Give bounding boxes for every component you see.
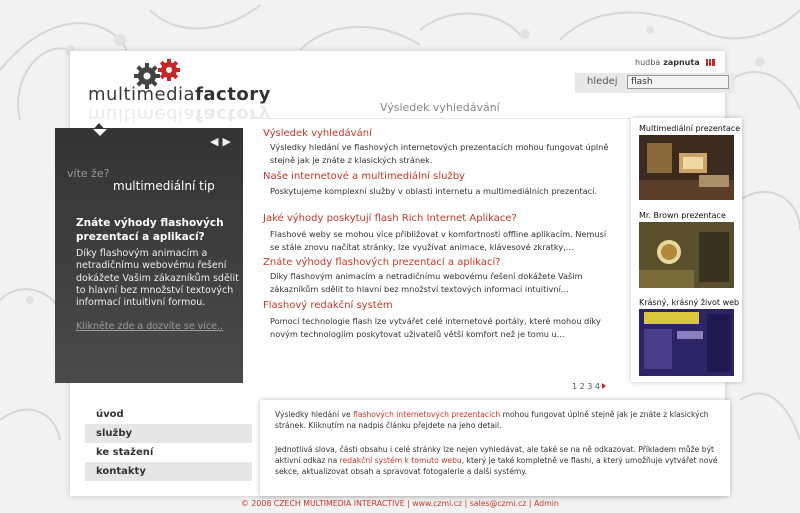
result-title[interactable]: Výsledek vyhledávání bbox=[263, 128, 372, 139]
reference-label[interactable]: Mr. Brown prezentace bbox=[639, 211, 726, 220]
page-title: Výsledek vyhledávání bbox=[380, 101, 500, 114]
tip-title: multimediální tip bbox=[113, 179, 215, 193]
search-input[interactable] bbox=[627, 75, 729, 89]
reference-label[interactable]: Krásný, krásný život web bbox=[639, 298, 739, 307]
nav-item-ke-stazeni[interactable]: ke stažení bbox=[85, 443, 252, 462]
prev-arrow-icon[interactable]: ◀ bbox=[210, 135, 222, 148]
nav-item-kontakty[interactable]: kontakty bbox=[85, 462, 252, 481]
brand-name[interactable]: multimediafactory bbox=[88, 84, 271, 105]
music-toggle[interactable]: hudba zapnuta bbox=[635, 58, 715, 67]
reference-label[interactable]: Multimediální prezentace bbox=[639, 124, 740, 133]
info-link[interactable]: flashových internetových prezentacích bbox=[353, 410, 500, 419]
brand-reflection: multimediafactory bbox=[88, 104, 271, 125]
footer[interactable]: © 2008 CZECH MULTIMEDIA INTERACTIVE | ww… bbox=[0, 499, 800, 508]
result-title[interactable]: Znáte výhody flashových prezentací a apl… bbox=[263, 257, 501, 268]
info-box: Výsledky hledání ve flashových interneto… bbox=[260, 400, 730, 496]
result-text: Pomocí technologie flash lze vytvářet ce… bbox=[270, 316, 601, 339]
tip-prefix: víte že? bbox=[67, 167, 110, 180]
reference-thumbnail[interactable] bbox=[639, 222, 734, 288]
tip-notch-inner bbox=[93, 129, 107, 136]
result-text: Díky flashovým animacím a netradičnímu w… bbox=[270, 271, 583, 294]
info-paragraph: Výsledky hledání ve flashových interneto… bbox=[275, 410, 709, 430]
info-link[interactable]: redakční systém k tomuto webu bbox=[340, 456, 462, 465]
nav-item-uvod[interactable]: úvod bbox=[85, 405, 252, 424]
result-text: Flashové weby se mohou více přibližovat … bbox=[270, 229, 607, 252]
result-text: Výsledky hledání ve flashových interneto… bbox=[270, 142, 609, 165]
nav-item-sluzby[interactable]: služby bbox=[85, 424, 252, 443]
tip-heading: Znáte výhody flashových prezentací a apl… bbox=[76, 217, 224, 243]
result-title[interactable]: Jaké výhody poskytují flash Rich Interne… bbox=[263, 213, 517, 224]
result-title[interactable]: Naše internetové a multimediální služby bbox=[263, 171, 465, 182]
next-arrow-icon[interactable]: ▶ bbox=[222, 135, 234, 148]
pagination[interactable]: 1 2 3 4 bbox=[572, 382, 606, 391]
result-text: Poskytujeme komplexní služby v oblasti i… bbox=[270, 186, 598, 196]
music-bars-icon bbox=[705, 59, 715, 66]
result-title[interactable]: Flashový redakční systém bbox=[263, 300, 393, 311]
info-paragraph: Jednotlivá slova, části obsahu i celé st… bbox=[275, 445, 718, 476]
tip-body: Díky flashovým animacím a netradičnímu w… bbox=[76, 248, 239, 309]
search-label: hledej bbox=[587, 76, 618, 87]
next-page-icon[interactable] bbox=[602, 383, 606, 389]
reference-thumbnail[interactable] bbox=[639, 135, 734, 200]
tip-nav: ◀▶ bbox=[210, 135, 235, 148]
tip-more-link[interactable]: Klikněte zde a dozvíte se více.. bbox=[76, 321, 223, 332]
reference-thumbnail[interactable] bbox=[639, 309, 734, 376]
